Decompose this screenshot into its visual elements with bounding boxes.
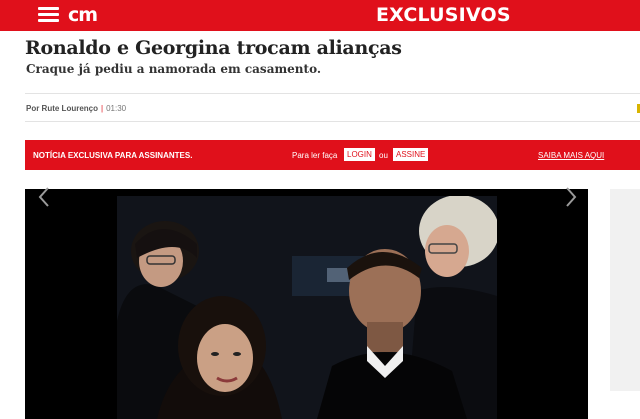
learn-more-link[interactable]: SAIBA MAIS AQUI [538,151,604,160]
article-title: Ronaldo e Georgina trocam alianças [25,37,402,59]
top-header-bar: cm EXCLUSIVOS [0,0,640,31]
subscribe-button[interactable]: ASSINE [393,148,429,161]
subscriber-paywall-banner: NOTÍCIA EXCLUSIVA PARA ASSINANTES. Para … [25,140,640,170]
or-label: ou [379,151,388,160]
byline: Por Rute Lourenço | 01:30 [26,104,126,113]
byline-separator: | [101,104,104,113]
chevron-left-icon[interactable] [37,186,53,208]
author-name: Por Rute Lourenço [26,104,99,113]
login-button[interactable]: LOGIN [344,148,375,161]
publish-time: 01:30 [106,104,127,113]
divider [25,121,640,122]
exclusive-notice: NOTÍCIA EXCLUSIVA PARA ASSINANTES. [33,151,193,160]
chevron-right-icon[interactable] [562,186,578,208]
gallery-prev-button[interactable] [37,375,53,397]
article-subtitle: Craque já pediu a namorada em casamento. [26,62,322,76]
sidebar-ad-placeholder [610,189,640,391]
section-title[interactable]: EXCLUSIVOS [376,4,511,26]
article-photo [117,196,497,419]
site-logo[interactable]: cm [68,4,103,26]
read-prompt: Para ler faça [292,151,338,160]
hamburger-menu-icon[interactable] [38,7,59,23]
divider [25,93,640,94]
photo-gallery [25,189,588,419]
